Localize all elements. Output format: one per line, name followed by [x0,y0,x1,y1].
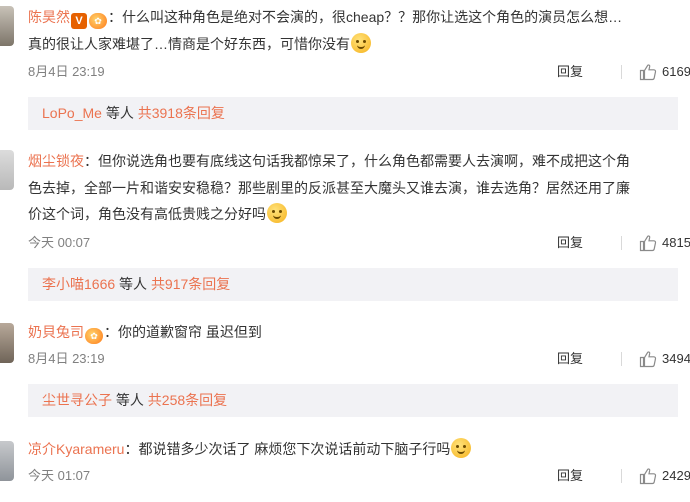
reply-thread-count-link[interactable]: 共258条回复 [148,392,227,408]
reply-button[interactable]: 回复 [557,466,583,486]
divider [621,236,622,250]
like-count: 48153 [662,235,690,250]
vip-badge-icon: ✿ [85,328,103,344]
shy-emoji-icon [351,32,371,53]
avatar[interactable] [0,6,14,46]
reply-button[interactable]: 回复 [557,62,583,82]
divider [621,352,622,366]
reply-thread-user[interactable]: 尘世寻公子 [42,392,112,408]
username-link[interactable]: 烟尘锁夜 [28,153,84,169]
reply-button[interactable]: 回复 [557,233,583,253]
avatar[interactable] [0,441,14,481]
comment-body-line: ：但你说选角也要有底线这句话我都惊呆了，什么角色都需要人去演啊，难不成把这个角 [84,153,630,169]
like-count: 34942 [662,351,690,366]
verified-badge-icon: V [71,13,87,29]
username-link[interactable]: 奶貝兔司 [28,324,84,340]
cat-emoji-icon [267,203,287,223]
comment-meta: 今天 01:07 回复 24292 [28,466,690,486]
avatar[interactable] [0,150,14,190]
reply-thread-summary[interactable]: LoPo_Me 等人 共3918条回复 [28,97,678,130]
vip-badge-icon: ✿ [89,13,107,29]
comment-body-line: ：你的道歉窗帘 虽迟但到 [104,324,262,340]
comment-text: 烟尘锁夜：但你说选角也要有底线这句话我都惊呆了，什么角色都需要人去演啊，难不成把… [28,148,678,228]
reply-thread-count-link[interactable]: 共3918条回复 [138,105,225,121]
comment-body-line: 色去掉，全部一片和谐安安稳稳？那些剧里的反派甚至大魔头又谁去演，谁去选角？居然还… [28,179,630,196]
reply-thread-user[interactable]: 李小喵1666 [42,276,115,292]
reply-thread-count-link[interactable]: 共917条回复 [151,276,230,292]
like-count: 61696 [662,64,690,79]
timestamp: 今天 01:07 [28,468,91,483]
username-link[interactable]: 陈昊然 [28,9,70,25]
comment-meta: 今天 00:07 回复 48153 [28,233,690,253]
comment-body-line: ：什么叫这种角色是绝对不会演的，很cheap？？那你让选这个角色的演员怎么想… [108,9,623,25]
username-link[interactable]: 凉介Kyarameru [28,441,124,457]
thinking-emoji-icon [451,438,472,458]
divider [621,469,622,483]
reply-thread-others: 等人 [115,392,144,408]
reply-thread-others: 等人 [119,276,148,292]
thumbs-up-icon[interactable] [639,234,657,252]
comment-text: 凉介Kyarameru：都说错多少次话了 麻烦您下次说话前动下脑子行吗 [28,436,678,463]
timestamp: 8月4日 23:19 [28,351,105,366]
reply-thread-user[interactable]: LoPo_Me [42,105,102,121]
comment-body-line: 价这个词，角色没有高低贵贱之分好吗 [28,206,266,222]
divider [621,65,622,79]
comment-body-line: ：都说错多少次话了 麻烦您下次说话前动下脑子行吗 [124,441,451,457]
timestamp: 今天 00:07 [28,235,91,250]
avatar[interactable] [0,323,14,363]
timestamp: 8月4日 23:19 [28,64,105,79]
comment-meta: 8月4日 23:19 回复 34942 [28,349,690,369]
comment-body-line: 真的很让人家难堪了…情商是个好东西，可惜你没有 [28,35,350,52]
reply-thread-summary[interactable]: 李小喵1666 等人 共917条回复 [28,268,678,301]
reply-button[interactable]: 回复 [557,349,583,369]
thumbs-up-icon[interactable] [639,63,657,81]
reply-thread-others: 等人 [105,105,134,121]
comment-meta: 8月4日 23:19 回复 61696 [28,62,690,82]
reply-thread-summary[interactable]: 尘世寻公子 等人 共258条回复 [28,384,678,417]
comment-text: 陈昊然 V ✿ ：什么叫这种角色是绝对不会演的，很cheap？？那你让选这个角色的演员… [28,4,678,57]
thumbs-up-icon[interactable] [639,350,657,368]
like-count: 24292 [662,468,690,483]
thumbs-up-icon[interactable] [639,467,657,485]
comment-text: 奶貝兔司 ✿ ：你的道歉窗帘 虽迟但到 [28,319,678,346]
